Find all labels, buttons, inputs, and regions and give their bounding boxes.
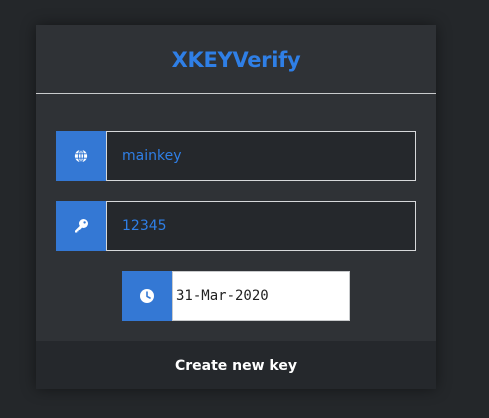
key-name-field [56, 131, 416, 181]
create-key-card: XKEYVerify mainkey 12345 31-Mar-2020 Cre… [36, 25, 436, 389]
key-value-input[interactable] [106, 201, 416, 251]
key-value-field [56, 201, 416, 251]
key-icon [56, 201, 106, 251]
create-new-key-button[interactable]: Create new key [36, 341, 436, 389]
key-name-input[interactable] [106, 131, 416, 181]
title-divider [36, 93, 436, 94]
expiry-date-field [122, 271, 350, 321]
clock-icon [122, 271, 172, 321]
expiry-date-input[interactable] [172, 271, 350, 321]
app-title: XKEYVerify [171, 48, 301, 72]
globe-icon [56, 131, 106, 181]
